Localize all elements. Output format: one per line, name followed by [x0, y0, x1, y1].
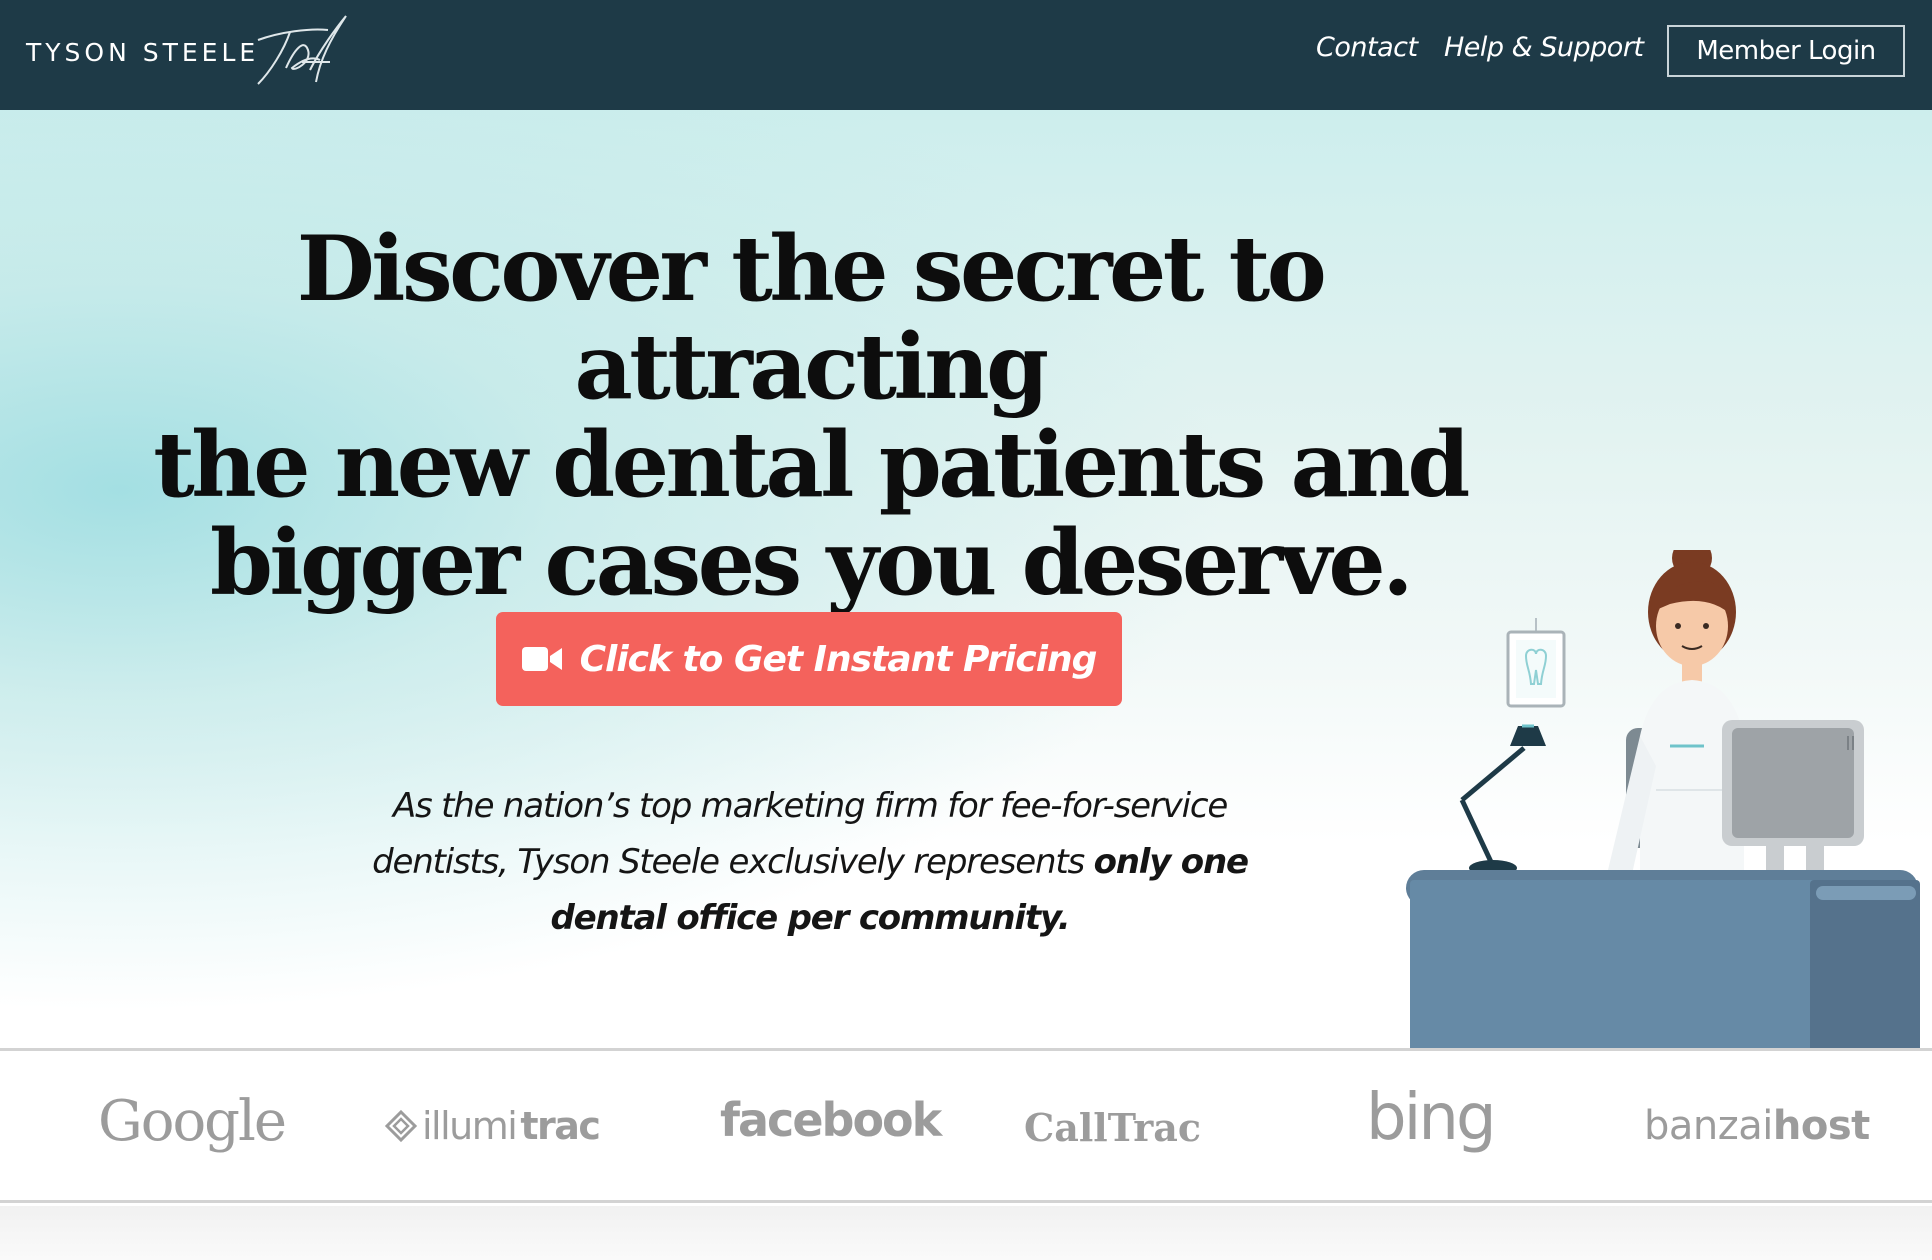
next-section-edge	[0, 1206, 1932, 1260]
headline-line-1: Discover the secret to attracting	[296, 216, 1327, 420]
top-navigation: TYSON STEELE Contact Help & Support Memb…	[0, 0, 1932, 110]
banzaihost-suffix: host	[1772, 1103, 1870, 1149]
tooth-poster-icon	[1506, 618, 1566, 708]
reception-desk	[1406, 870, 1920, 1062]
banzaihost-prefix: banzai	[1644, 1103, 1773, 1149]
calltrac-logo: CallTrac	[1024, 1105, 1202, 1150]
illumitrac-logo: illumi trac	[384, 1104, 601, 1148]
subcopy-emphasis-2: dental office per community.	[550, 898, 1071, 938]
desk-lamp-icon	[1459, 724, 1546, 876]
member-login-button[interactable]: Member Login	[1667, 25, 1905, 77]
video-camera-icon	[521, 647, 562, 671]
headline-line-3: bigger cases	[209, 510, 827, 616]
hero-headline: Discover the secret to attracting the ne…	[60, 220, 1560, 612]
subcopy-emphasis-1: only one	[1093, 842, 1249, 882]
hero-subcopy: As the nation’s top marketing firm for f…	[330, 778, 1290, 946]
headline-emphasis: you deserve	[826, 510, 1386, 616]
illumitrac-suffix: trac	[520, 1104, 601, 1148]
dentist-receptionist-illustration	[1380, 550, 1932, 1090]
help-support-link[interactable]: Help & Support	[1444, 32, 1644, 63]
subcopy-line-1: As the nation’s top marketing firm for f…	[392, 786, 1228, 826]
contact-link[interactable]: Contact	[1316, 32, 1418, 63]
google-logo: Google	[98, 1089, 287, 1154]
subcopy-line-2: dentists, Tyson Steele exclusively repre…	[372, 842, 1094, 882]
partner-logos-bar: Google illumi trac facebook CallTrac bing…	[0, 1048, 1932, 1203]
illumitrac-diamond-icon	[384, 1109, 418, 1143]
headline-line-2: the new dental patients and	[153, 412, 1470, 518]
signature-logo-icon[interactable]	[250, 10, 355, 90]
banzaihost-logo: banzaihost	[1644, 1103, 1870, 1149]
brand-name[interactable]: TYSON STEELE	[26, 38, 259, 67]
hero-section: Discover the secret to attracting the ne…	[0, 110, 1932, 1090]
bing-logo: bing	[1366, 1081, 1497, 1155]
instant-pricing-button[interactable]: Click to Get Instant Pricing	[496, 612, 1122, 706]
facebook-logo: facebook	[720, 1093, 942, 1147]
illumitrac-prefix: illumi	[422, 1104, 518, 1148]
cta-label: Click to Get Instant Pricing	[579, 638, 1098, 680]
